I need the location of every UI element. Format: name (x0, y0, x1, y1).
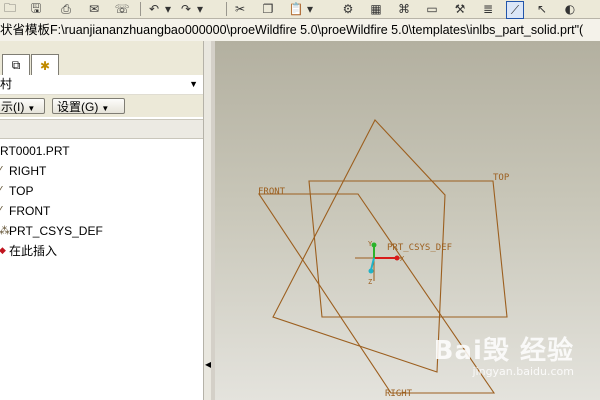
show-menu-button[interactable]: 示(I) ▼ (0, 98, 45, 114)
send-icon[interactable]: ✉ (86, 1, 102, 17)
select-filter-icon[interactable]: ↖ (534, 1, 550, 17)
tree-item-label: TOP (9, 184, 34, 198)
main-toolbar: 🗀 🖫 ⎙ ✉ ☏ ↶ ▾ ↷ ▾ ✂ ❐ 📋 ▾ ⚙ ▦ ⌘ ▭ ⚒ ≣ ⟋ … (0, 0, 600, 19)
file-path-text: 状省模板F:\ruanjiananzhuangbao000000\proeWil… (0, 23, 584, 37)
tree-column-header (0, 119, 203, 139)
show-dropdown-label: 村 (0, 77, 13, 91)
sketch-icon[interactable]: ⟋ (506, 1, 524, 19)
globe-icon[interactable]: ◐ (562, 1, 578, 17)
tree-item-label: 在此插入 (9, 244, 58, 258)
csys-icon: ⁂ (0, 224, 10, 237)
copy-icon[interactable]: ❐ (260, 1, 276, 17)
settings-menu-label: 设置(G) (57, 100, 99, 114)
favorites-tab[interactable]: ✱ (31, 54, 59, 76)
datum-plane-icon: ⁄ (0, 201, 7, 221)
favorites-icon: ✱ (39, 58, 51, 73)
tree-item-csys[interactable]: ⁂ PRT_CSYS_DEF (0, 221, 203, 241)
tree-item-label: RT0001.PRT (0, 144, 70, 158)
tree-item-label: PRT_CSYS_DEF (9, 224, 103, 238)
settings-icon[interactable]: ⌘ (396, 1, 412, 17)
tree-item-label: RIGHT (9, 164, 47, 178)
tree-item-label: FRONT (9, 204, 51, 218)
file-path-bar: 状省模板F:\ruanjiananzhuangbao000000\proeWil… (0, 19, 600, 42)
layer-icon[interactable]: ≣ (480, 1, 496, 17)
layers-icon: ⧉ (11, 58, 21, 72)
table-icon[interactable]: ▦ (368, 1, 384, 17)
csys-label: PRT_CSYS_DEF (387, 243, 452, 253)
save-icon[interactable]: 🖫 (28, 1, 44, 17)
undo-dropdown-icon[interactable]: ▾ (160, 1, 176, 17)
tools-icon[interactable]: ⚒ (452, 1, 468, 17)
graphics-viewport[interactable]: FRONT TOP RIGHT PRT_CSYS_DEF Y X Z Bai毁 … (215, 41, 600, 400)
toolbar-separator (140, 2, 141, 16)
toolbar-separator (226, 2, 227, 16)
front-plane-label: FRONT (258, 187, 286, 197)
chevron-down-icon: ▼ (189, 79, 198, 89)
navigator-panel: ⧉ ✱ 村 ▼ 示(I)▼ 设置(G)▼ RT0001.PRT ⁄ RIGHT … (0, 41, 204, 400)
axis-z-label: Z (368, 278, 372, 286)
settings-menu-button[interactable]: 设置(G) ▼ (52, 98, 125, 114)
tree-menu-row: 示(I) ▼ 设置(G) ▼ (0, 95, 203, 117)
insert-here-icon: ◆ (0, 246, 6, 256)
watermark: Bai毁 经验 jingyan.baidu.com (434, 330, 574, 378)
datum-plane-icon: ⁄ (0, 181, 7, 201)
datum-plane-icon: ⁄ (0, 161, 7, 181)
model-tree: RT0001.PRT ⁄ RIGHT ⁄ TOP ⁄ FRONT ⁂ PRT_C… (0, 141, 203, 261)
layers-tab[interactable]: ⧉ (2, 54, 30, 76)
watermark-logo: Bai毁 经验 (433, 336, 574, 366)
window-icon[interactable]: ▭ (424, 1, 440, 17)
chevron-down-icon: ▼ (27, 104, 36, 113)
show-dropdown[interactable]: 村 ▼ (0, 75, 203, 95)
tree-item-front[interactable]: ⁄ FRONT (0, 201, 203, 221)
tree-item-part[interactable]: RT0001.PRT (0, 141, 203, 161)
chevron-down-icon: ▼ (101, 104, 110, 113)
tree-item-right[interactable]: ⁄ RIGHT (0, 161, 203, 181)
show-menu-label: 示(I) (1, 100, 25, 114)
tree-item-insert-here[interactable]: ◆ 在此插入 (0, 241, 203, 261)
right-plane-label: RIGHT (385, 389, 413, 399)
redo-dropdown-icon[interactable]: ▾ (192, 1, 208, 17)
print-icon[interactable]: ⎙ (58, 1, 74, 17)
navigator-tabs: ⧉ ✱ (0, 41, 203, 76)
regenerate-icon[interactable]: ⚙ (340, 1, 356, 17)
mail-icon[interactable]: ☏ (114, 1, 130, 17)
cut-icon[interactable]: ✂ (232, 1, 248, 17)
tree-item-top[interactable]: ⁄ TOP (0, 181, 203, 201)
top-plane-label: TOP (493, 173, 510, 183)
folder-icon[interactable]: 🗀 (2, 1, 18, 17)
paste-dropdown-icon[interactable]: ▾ (302, 1, 318, 17)
